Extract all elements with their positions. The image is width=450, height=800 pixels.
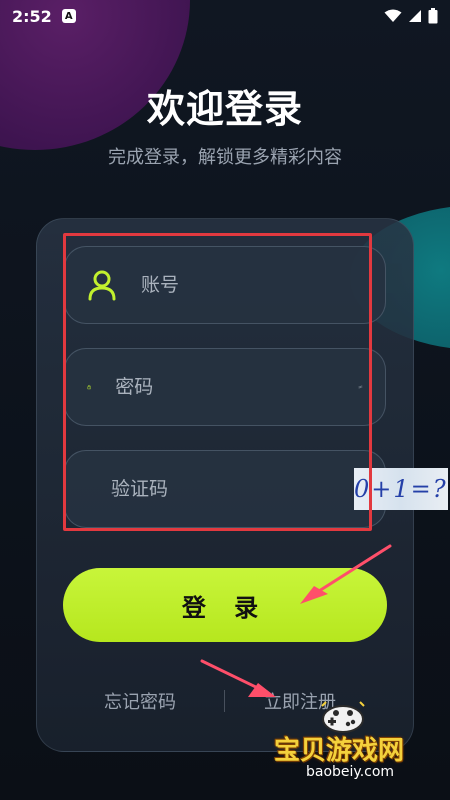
watermark-url: baobeiy.com [306, 764, 395, 780]
eye-off-icon[interactable] [358, 370, 363, 404]
password-input[interactable] [115, 376, 359, 398]
watermark: 宝贝游戏网 baobeiy.com [272, 700, 442, 790]
status-icons [384, 8, 438, 24]
annotation-arrow-register [200, 659, 276, 697]
status-indicator: A [61, 9, 76, 23]
account-input[interactable] [141, 274, 385, 296]
page-title: 欢迎登录 [146, 87, 303, 131]
lock-icon [87, 384, 91, 390]
captcha-field[interactable]: 0+1=? [64, 450, 448, 528]
status-time: 2:52 [12, 6, 52, 26]
forgot-password-link[interactable]: 忘记密码 [104, 688, 176, 714]
user-icon [88, 270, 116, 301]
login-screen: 2:52 A 欢迎登录 完成登录，解锁更多精彩内容 账号 验证码 0+1=? 登… [0, 0, 450, 800]
signal-icon [409, 10, 421, 22]
page-subtitle: 完成登录，解锁更多精彩内容 [108, 147, 342, 168]
battery-icon [428, 8, 438, 24]
captcha-input[interactable] [111, 478, 354, 500]
wifi-icon [384, 9, 402, 22]
captcha-image[interactable]: 0+1=? [354, 468, 448, 510]
annotation-arrow-login [300, 544, 392, 604]
gamepad-mascot-icon [321, 701, 365, 733]
password-field[interactable] [64, 348, 386, 426]
account-field[interactable] [64, 246, 386, 324]
watermark-text: 宝贝游戏网 [274, 736, 405, 766]
status-bar: 2:52 A [0, 0, 450, 32]
